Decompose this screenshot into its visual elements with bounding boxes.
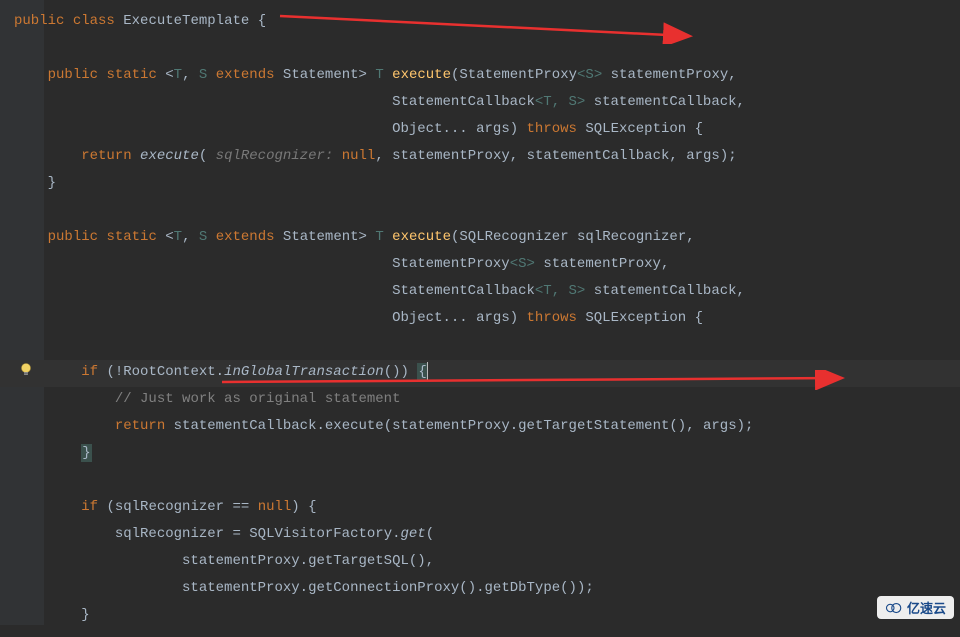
code-line[interactable]: public static <T, S extends Statement> T…: [14, 62, 960, 89]
code-line[interactable]: StatementCallback<T, S> statementCallbac…: [14, 89, 960, 116]
code-line[interactable]: Object... args) throws SQLException {: [14, 116, 960, 143]
code-line[interactable]: public static <T, S extends Statement> T…: [14, 224, 960, 251]
annotation-arrow-icon: [268, 4, 698, 44]
watermark: 亿速云: [877, 596, 954, 619]
code-line[interactable]: Object... args) throws SQLException {: [14, 305, 960, 332]
code-line[interactable]: statementProxy.getTargetSQL(),: [14, 548, 960, 575]
code-line[interactable]: return statementCallback.execute(stateme…: [14, 413, 960, 440]
code-line[interactable]: }: [14, 170, 960, 197]
code-editor[interactable]: public class ExecuteTemplate { public st…: [0, 0, 960, 637]
code-line[interactable]: return execute( sqlRecognizer: null, sta…: [14, 143, 960, 170]
code-line[interactable]: sqlRecognizer = SQLVisitorFactory.get(: [14, 521, 960, 548]
code-line[interactable]: }: [14, 440, 960, 467]
code-line[interactable]: // Just work as original statement: [14, 386, 960, 413]
code-line[interactable]: if (sqlRecognizer == null) {: [14, 494, 960, 521]
code-line[interactable]: [14, 332, 960, 359]
code-line[interactable]: [14, 467, 960, 494]
code-line[interactable]: StatementCallback<T, S> statementCallbac…: [14, 278, 960, 305]
code-line[interactable]: StatementProxy<S> statementProxy,: [14, 251, 960, 278]
annotation-arrow-icon: [210, 370, 850, 390]
lightbulb-icon[interactable]: [18, 362, 34, 378]
code-line[interactable]: statementProxy.getConnectionProxy().getD…: [14, 575, 960, 602]
code-line[interactable]: [14, 197, 960, 224]
